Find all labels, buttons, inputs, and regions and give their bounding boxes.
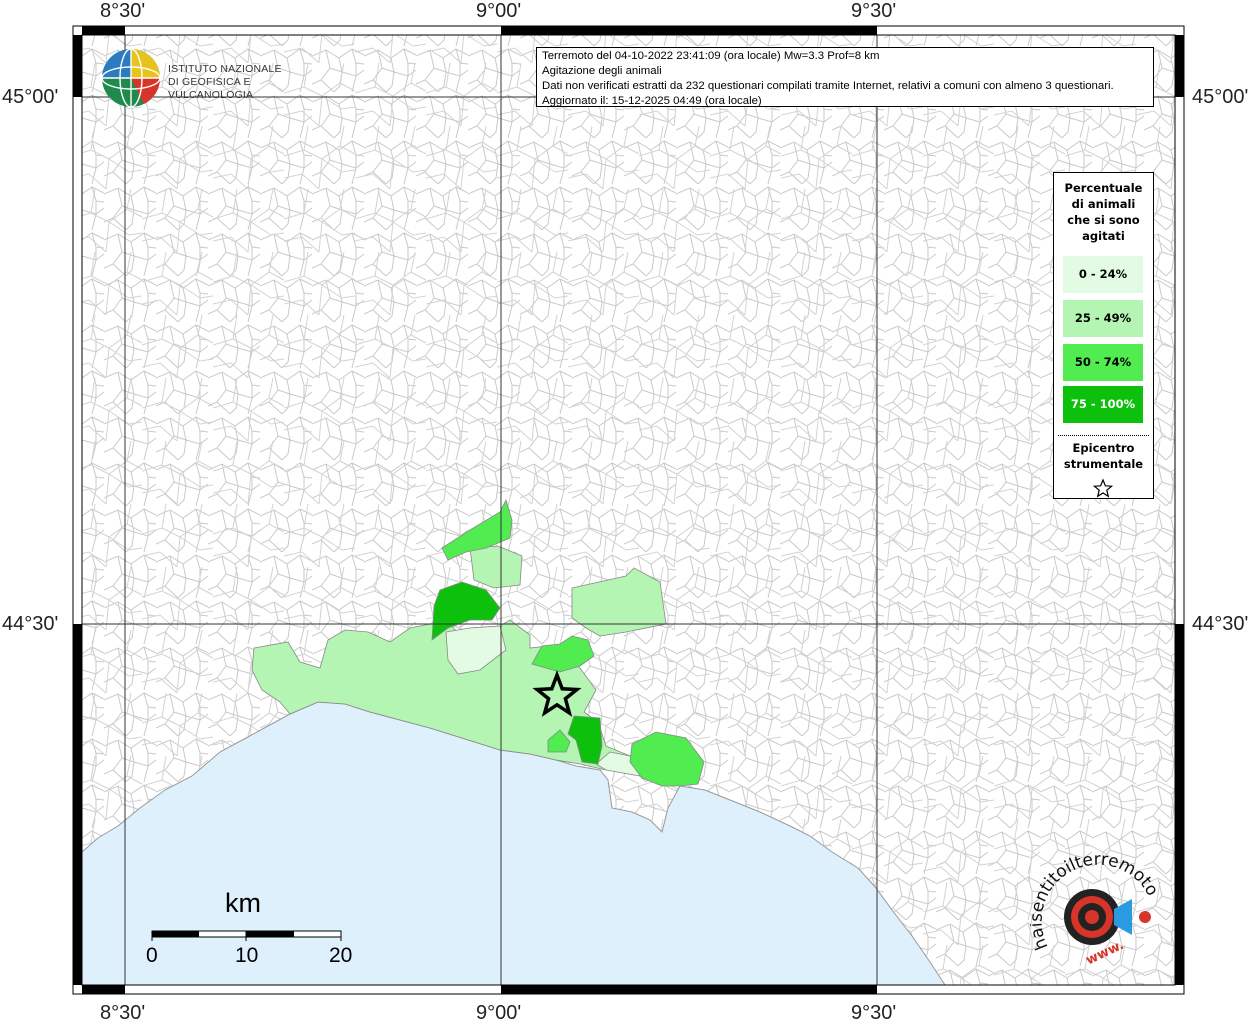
legend-epicenter-label: Epicentro strumentale: [1054, 440, 1153, 472]
legend: Percentuale di animali che si sono agita…: [1053, 172, 1154, 499]
globe-icon: [101, 48, 161, 108]
legend-class-0-24: 0 - 24%: [1063, 256, 1143, 293]
legend-epicenter-line: Epicentro: [1072, 441, 1135, 455]
legend-title-line: agitati: [1082, 229, 1125, 243]
legend-class-75-100: 75 - 100%: [1063, 386, 1143, 423]
legend-epicenter-line: strumentale: [1063, 457, 1144, 471]
legend-title-line: che si sono: [1067, 213, 1140, 227]
scale-tick: 20: [329, 944, 353, 967]
info-subject: Agitazione degli animali: [542, 65, 662, 77]
lat-label-right-2: 44°30': [1192, 613, 1249, 635]
ingv-logo-line2: DI GEOFISICA E VULCANOLOGIA: [168, 76, 254, 101]
legend-class-25-49: 25 - 49%: [1063, 300, 1143, 337]
lon-label-bottom-1: 8°30': [100, 1002, 146, 1024]
ingv-logo: ISTITUTO NAZIONALE DI GEOFISICA E VULCAN…: [100, 47, 320, 109]
lon-label-bottom-3: 9°30': [851, 1002, 897, 1024]
lon-label-top-2: 9°00': [476, 0, 522, 22]
scale-tick: 0: [146, 944, 158, 967]
legend-class-50-74: 50 - 74%: [1063, 344, 1143, 381]
lat-label-right-1: 45°00': [1192, 86, 1249, 108]
haisentito-logo-graphic: haisentitoilterremoto.it www.: [1027, 840, 1162, 968]
lon-label-top-3: 9°30': [851, 0, 897, 22]
scale-bar-graphic: [151, 930, 342, 941]
info-data-note: Dati non verificati estratti da 232 ques…: [542, 80, 1114, 92]
legend-title-line: Percentuale: [1064, 181, 1143, 195]
legend-title-line: di animali: [1071, 197, 1136, 211]
info-earthquake: Terremoto del 04-10-2022 23:41:09 (ora l…: [542, 50, 880, 62]
lat-label-left-1: 45°00': [2, 86, 59, 108]
legend-separator: [1058, 435, 1149, 436]
info-box: Terremoto del 04-10-2022 23:41:09 (ora l…: [536, 47, 1154, 107]
lon-label-top-1: 8°30': [100, 0, 146, 22]
info-updated: Aggiornato il: 15-12-2025 04:49 (ora loc…: [542, 95, 762, 107]
star-icon: [1092, 478, 1114, 498]
ingv-logo-line1: ISTITUTO NAZIONALE: [168, 63, 282, 75]
legend-title: Percentuale di animali che si sono agita…: [1054, 180, 1153, 244]
scale-tick: 10: [235, 944, 259, 967]
lat-label-left-2: 44°30': [2, 613, 59, 635]
lon-label-bottom-2: 9°00': [476, 1002, 522, 1024]
scale-bar: km 0 10 20: [140, 888, 370, 978]
haisentito-logo: haisentitoilterremoto.it www.: [1027, 840, 1170, 975]
